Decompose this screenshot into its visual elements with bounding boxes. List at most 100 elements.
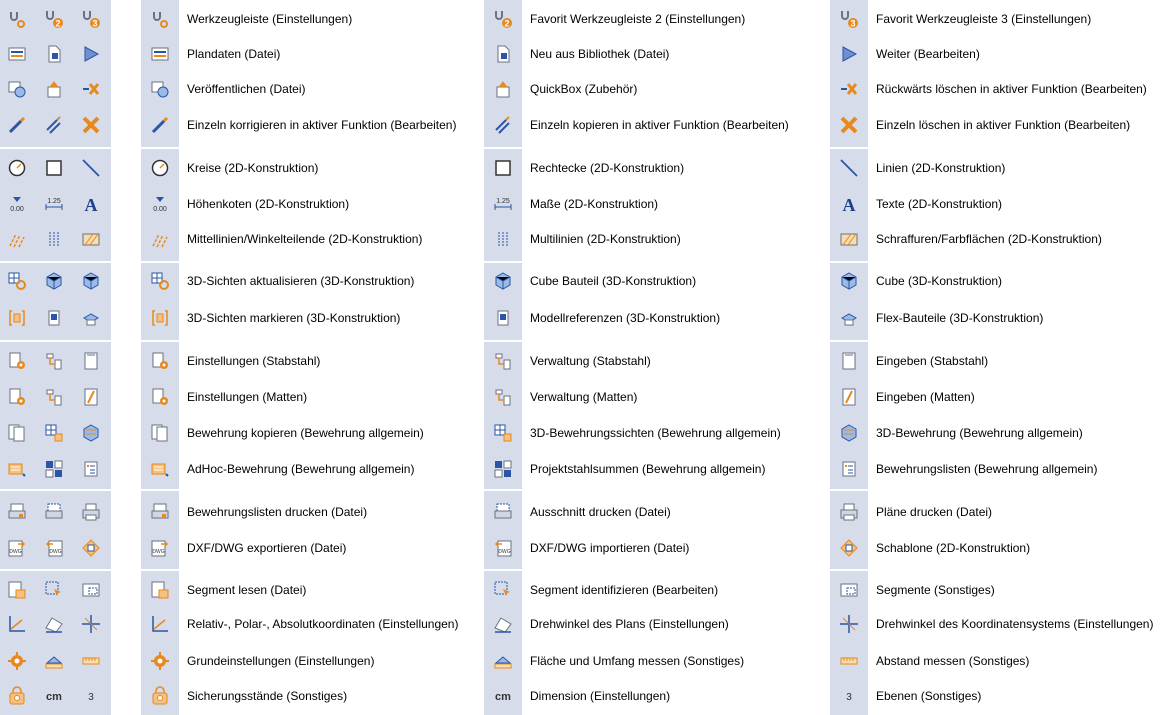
rebar-input-icon bbox=[839, 351, 859, 371]
toolbar-button-template[interactable] bbox=[81, 538, 101, 558]
toolbar-button-identify-segment[interactable] bbox=[44, 580, 64, 600]
toolbar-button-favorite-toolbar-3[interactable]: 3 bbox=[81, 9, 101, 29]
toolbar-button-measure-area[interactable] bbox=[44, 651, 64, 671]
toolbar-button-mark-3d-views[interactable] bbox=[7, 308, 27, 328]
legend-label: Einzeln kopieren in aktiver Funktion (Be… bbox=[530, 118, 789, 132]
toolbar-button-dimension[interactable]: 1.25 bbox=[44, 194, 64, 214]
toolbar-button-export-dwg[interactable]: DWG bbox=[7, 538, 27, 558]
toolbar-button-circle[interactable] bbox=[7, 158, 27, 178]
delete-backwards-icon bbox=[839, 79, 859, 99]
quickbox-icon bbox=[493, 79, 513, 99]
toolbar-button-reinforcement-lists[interactable] bbox=[81, 459, 101, 479]
toolbar-button-measure-distance[interactable] bbox=[81, 651, 101, 671]
toolbar-button-cube-part[interactable] bbox=[44, 271, 64, 291]
toolbar-button-3d-reinforcement-views[interactable] bbox=[44, 423, 64, 443]
toolbar-button-plan-data[interactable] bbox=[7, 44, 27, 64]
favorite-toolbar-2-icon: 2 bbox=[44, 9, 64, 29]
mark-3d-views-icon bbox=[150, 308, 170, 328]
legend-label: Relativ-, Polar-, Absolutkoordinaten (Ei… bbox=[187, 617, 459, 631]
svg-text:1.25: 1.25 bbox=[496, 198, 510, 205]
reinforcement-lists-icon bbox=[81, 459, 101, 479]
dimension-icon: 1.25 bbox=[44, 194, 64, 214]
toolbar-button-backup-states[interactable] bbox=[7, 686, 27, 706]
toolbar-button-rebar-settings[interactable] bbox=[7, 351, 27, 371]
toolbar-button-publish[interactable] bbox=[7, 79, 27, 99]
toolbar-button-mesh-settings[interactable] bbox=[7, 387, 27, 407]
toolbar-button-delete-single[interactable] bbox=[81, 115, 101, 135]
cube-part-icon bbox=[493, 271, 513, 291]
print-section-icon bbox=[493, 502, 513, 522]
toolbar-button-favorite-toolbar-2[interactable]: 2 bbox=[44, 9, 64, 29]
toolbar-button-adhoc-reinforcement[interactable] bbox=[7, 459, 27, 479]
toolbar-button-delete-backwards[interactable] bbox=[81, 79, 101, 99]
toolbar-button-print-section[interactable] bbox=[44, 502, 64, 522]
3d-reinforcement-views-icon bbox=[493, 423, 513, 443]
toolbar-button-rectangle[interactable] bbox=[44, 158, 64, 178]
toolbar-button-plan-rotation[interactable] bbox=[44, 614, 64, 634]
text-icon: A bbox=[81, 194, 101, 214]
toolbar-button-quickbox[interactable] bbox=[44, 79, 64, 99]
toolbar-button-read-segment[interactable] bbox=[7, 580, 27, 600]
toolbar-button-rebar-input[interactable] bbox=[81, 351, 101, 371]
import-dwg-icon: DWG bbox=[493, 538, 513, 558]
toolbar-button-hatching[interactable] bbox=[81, 229, 101, 249]
toolbar-button-mesh-management[interactable] bbox=[44, 387, 64, 407]
group-separator bbox=[484, 340, 522, 342]
toolbar-button-3d-reinforcement[interactable] bbox=[81, 423, 101, 443]
toolbar-button-text[interactable]: A bbox=[81, 194, 101, 214]
toolbar-button-play-next[interactable] bbox=[81, 44, 101, 64]
legend-label: Drehwinkel des Koordinatensystems (Einst… bbox=[876, 617, 1154, 631]
toolbar-button-unit-cm[interactable]: cm bbox=[44, 686, 64, 706]
legend-label: Fläche und Umfang messen (Sonstiges) bbox=[530, 654, 745, 668]
toolbar-button-coordinates[interactable] bbox=[7, 614, 27, 634]
toolbar-button-import-dwg[interactable]: DWG bbox=[44, 538, 64, 558]
group-separator bbox=[484, 147, 522, 149]
hatching-icon bbox=[81, 229, 101, 249]
template-icon bbox=[81, 538, 101, 558]
toolbar-button-multilines[interactable] bbox=[44, 229, 64, 249]
toolbar-button-update-3d-views[interactable] bbox=[7, 271, 27, 291]
toolbar-button-model-references[interactable] bbox=[44, 308, 64, 328]
toolbar-button-center-lines[interactable] bbox=[7, 229, 27, 249]
coordinate-system-rotation-icon bbox=[81, 614, 101, 634]
legend-label: Maße (2D-Konstruktion) bbox=[530, 197, 659, 211]
toolbar-button-correct-single[interactable] bbox=[7, 115, 27, 135]
group-separator bbox=[0, 569, 111, 571]
legend-label: Modellreferenzen (3D-Konstruktion) bbox=[530, 311, 721, 325]
backup-states-icon bbox=[150, 686, 170, 706]
toolbar-button-rebar-management[interactable] bbox=[44, 351, 64, 371]
toolbar-button-print-reinforcement-lists[interactable] bbox=[7, 502, 27, 522]
model-references-icon bbox=[44, 308, 64, 328]
legend-label: Einzeln löschen in aktiver Funktion (Bea… bbox=[876, 118, 1131, 132]
unit-cm-icon: cm bbox=[493, 686, 513, 706]
toolbar-button-toolbar-settings[interactable] bbox=[7, 9, 27, 29]
toolbar-button-segments[interactable] bbox=[81, 580, 101, 600]
mesh-input-icon bbox=[839, 387, 859, 407]
toolbar-button-printer[interactable] bbox=[81, 502, 101, 522]
rectangle-icon bbox=[493, 158, 513, 178]
publish-icon bbox=[7, 79, 27, 99]
toolbar-button-project-steel-totals[interactable] bbox=[44, 459, 64, 479]
toolbar-button-line[interactable] bbox=[81, 158, 101, 178]
toolbar-button-mesh-input[interactable] bbox=[81, 387, 101, 407]
segments-icon bbox=[839, 580, 859, 600]
toolbar-button-basic-settings[interactable] bbox=[7, 651, 27, 671]
toolbar-button-layers[interactable]: 3 bbox=[81, 686, 101, 706]
measure-area-icon bbox=[44, 651, 64, 671]
toolbar-button-copy-reinforcement[interactable] bbox=[7, 423, 27, 443]
toolbar-button-coordinate-system-rotation[interactable] bbox=[81, 614, 101, 634]
legend-label: Favorit Werkzeugleiste 3 (Einstellungen) bbox=[876, 12, 1092, 26]
copy-reinforcement-icon bbox=[7, 423, 27, 443]
unit-cm-icon: cm bbox=[44, 686, 64, 706]
toolbar-button-new-from-library[interactable] bbox=[44, 44, 64, 64]
legend-label: Bewehrungslisten drucken (Datei) bbox=[187, 505, 368, 519]
group-separator bbox=[0, 340, 111, 342]
play-next-icon bbox=[839, 44, 859, 64]
toolbar-button-copy-single[interactable] bbox=[44, 115, 64, 135]
group-separator bbox=[0, 147, 111, 149]
rebar-management-icon bbox=[493, 351, 513, 371]
toolbar-button-elevation-point[interactable]: 0.00 bbox=[7, 194, 27, 214]
toolbar-button-cube[interactable] bbox=[81, 271, 101, 291]
svg-text:0.00: 0.00 bbox=[10, 206, 24, 213]
toolbar-button-flex-parts[interactable] bbox=[81, 308, 101, 328]
